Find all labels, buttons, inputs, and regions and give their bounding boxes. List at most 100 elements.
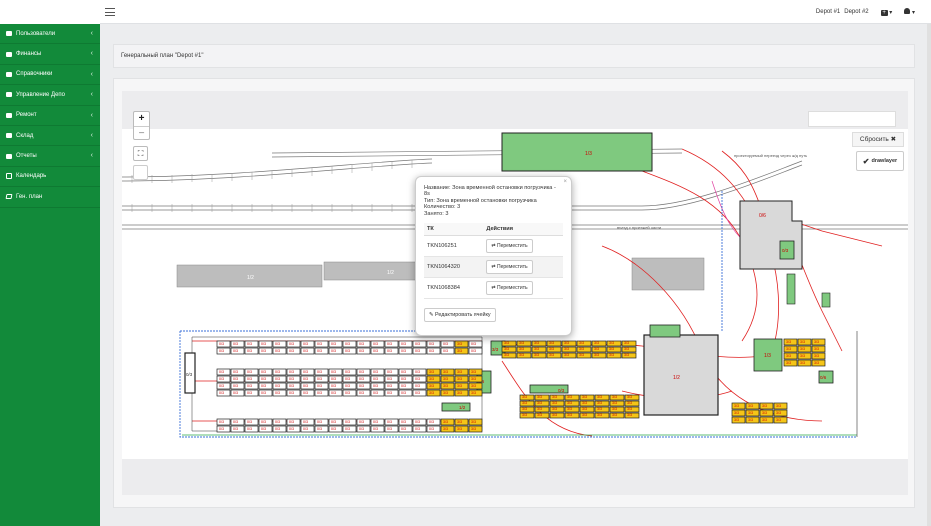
zoom-control: + − [133,111,150,140]
sidebar-item-label: Справочники [16,71,53,78]
tk-cell: TKN1068384 [424,277,484,300]
storage-cell-label: 0/3 [373,420,378,424]
storage-cell-label: 0/3 [233,427,238,431]
sidebar-item-warehouse[interactable]: Склад ‹ [0,126,100,147]
storage-cell-label: 0/3 [303,349,308,353]
storage-cell-label: 3/3 [597,407,602,411]
storage-cell-label: 3/3 [567,401,572,405]
storage-cell-label: 0/3 [219,384,224,388]
storage-cell-label: 0/3 [387,420,392,424]
storage-cell-label: 0/3 [443,349,448,353]
move-button[interactable]: ⇄ Переместить [486,239,533,254]
move-button[interactable]: ⇄ Переместить [486,260,533,275]
zone-hall-top [649,324,681,338]
chevron-left-icon: ‹ [90,70,93,78]
zoom-out-button[interactable]: − [134,126,149,140]
edit-cell-button[interactable]: ✎ Редактировать ячейку [424,308,496,323]
table-row: TKN1068384 ⇄ Переместить [424,277,563,300]
storage-cell-label: 3/3 [786,361,791,365]
storage-cell-label: 3/3 [734,411,739,415]
storage-cell-label: 0/3 [401,370,406,374]
storage-cell-label: 0/3 [303,384,308,388]
sidebar-item-depot-management[interactable]: Управление Депо ‹ [0,85,100,106]
storage-cell-label: 0/3 [289,427,294,431]
storage-cell-label: 3/3 [612,413,617,417]
popup-info: Название: Зона временной остановки погру… [424,185,563,217]
zoom-in-button[interactable]: + [134,112,149,126]
storage-cell-label: 3/3 [609,341,614,345]
drawlayer-label: drawlayer [871,158,898,164]
sidebar-item-general-plan[interactable]: Ген. план [0,187,100,208]
sidebar-header [0,0,100,24]
storage-cell-label: 3/3 [534,341,539,345]
move-button[interactable]: ⇄ Переместить [486,281,533,296]
storage-cell-label: 3/3 [504,353,509,357]
caret-down-icon: ▾ [889,9,893,16]
user-dropdown[interactable]: ▾ [904,8,915,16]
storage-cell-label: 3/3 [457,420,462,424]
storage-cell-label: 3/3 [457,342,462,346]
storage-cell-label: 3/3 [594,341,599,345]
fullscreen-button[interactable]: ⛶ [133,146,148,161]
sidebar-item-users[interactable]: Пользователи ‹ [0,24,100,45]
page-title: Генеральный план "Depot #1" [121,53,204,59]
map-label: 0/6 [759,213,766,219]
storage-cell-label: 0/3 [415,427,420,431]
storage-cell-label: 3/3 [594,347,599,351]
page-scrollbar[interactable] [927,24,931,526]
sidebar-item-repair[interactable]: Ремонт ‹ [0,106,100,126]
storage-cell-label: 0/3 [261,349,266,353]
storage-cell-label: 0/3 [373,391,378,395]
zone-top-block [501,132,653,172]
tk-cell: TKN106251 [424,235,484,258]
central-hall [643,334,719,416]
storage-cell-label: 0/3 [331,427,336,431]
storage-cell-label: 0/3 [247,427,252,431]
folder-icon [6,153,12,159]
storage-cell-label: 0/3 [331,391,336,395]
storage-cell-label: 3/3 [552,407,557,411]
storage-cell-label: 0/3 [317,420,322,424]
storage-cell-label: 3/3 [537,413,542,417]
depot-link-2[interactable]: Depot #2 [844,9,868,15]
storage-cell-label: 3/3 [519,347,524,351]
storage-cell-label: 0/3 [289,342,294,346]
chevron-left-icon: ‹ [90,152,93,160]
reset-button[interactable]: Сбросить ✖ [852,132,904,147]
close-icon[interactable]: × [563,179,567,185]
storage-cell-label: 0/3 [233,420,238,424]
depot-link-1[interactable]: Depot #1 [816,9,840,15]
add-dropdown[interactable]: + ▾ [880,9,893,16]
storage-cell-label: 3/3 [522,401,527,405]
map-label: 0/3 [186,372,193,377]
storage-cell-label: 0/3 [289,420,294,424]
storage-cell-label: 0/3 [261,427,266,431]
map-label: 1/2 [459,405,466,410]
sidebar-item-finance[interactable]: Финансы ‹ [0,44,100,65]
storage-cell-label: 3/3 [597,395,602,399]
sidebar-item-calendar[interactable]: Календарь [0,167,100,188]
map-search-input[interactable] [808,111,896,127]
storage-cell-label: 3/3 [457,427,462,431]
storage-cell-label: 0/3 [345,420,350,424]
storage-cell-label: 3/3 [800,361,805,365]
storage-cell-label: 3/3 [537,401,542,405]
folder-icon [6,92,12,98]
storage-cell-label: 3/3 [612,401,617,405]
sidebar-item-directories[interactable]: Справочники ‹ [0,65,100,86]
storage-cell-label: 3/3 [471,391,476,395]
drawlayer-toggle[interactable]: ✔ drawlayer [856,151,904,171]
storage-cell-label: 0/3 [247,342,252,346]
hamburger-menu-icon[interactable] [105,8,115,16]
storage-cell-label: 3/3 [597,413,602,417]
storage-cell-label: 0/3 [345,384,350,388]
map-tool-button[interactable] [133,165,148,180]
storage-cell-label: 0/3 [387,349,392,353]
storage-cell-label: 0/3 [261,420,266,424]
storage-cell-label: 0/3 [331,342,336,346]
sidebar-item-reports[interactable]: Отчеты ‹ [0,146,100,167]
storage-cell-label: 0/3 [331,420,336,424]
zone-narrow [786,273,796,305]
storage-cell-label: 0/3 [219,391,224,395]
storage-cell-label: 3/3 [429,384,434,388]
